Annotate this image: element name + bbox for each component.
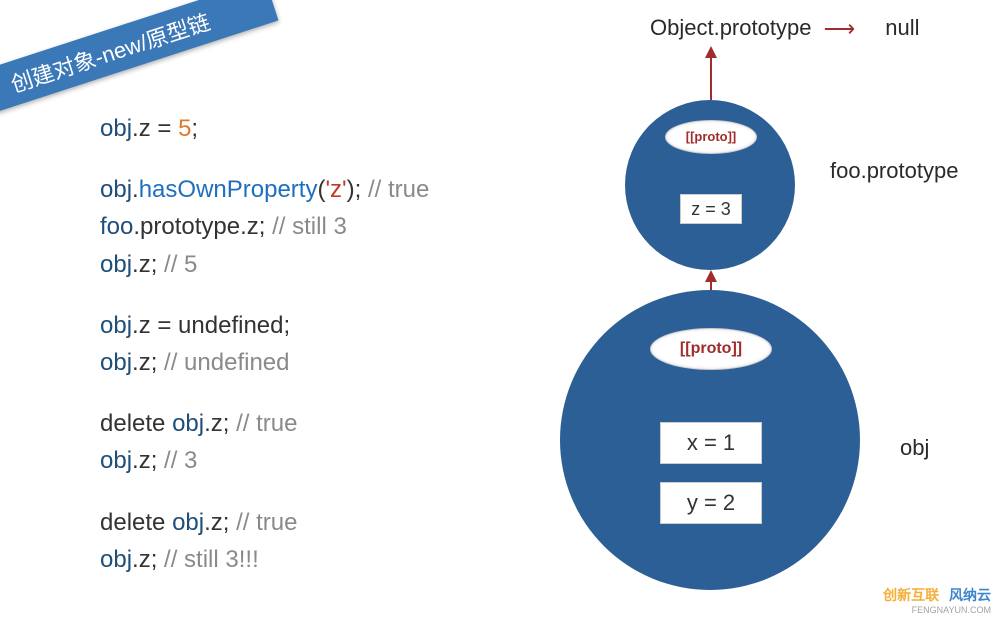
tok: obj xyxy=(100,546,132,573)
tok: obj xyxy=(172,410,204,437)
tok: hasOwnProperty xyxy=(139,176,318,203)
arrow-up-icon xyxy=(710,48,712,100)
code-line: obj.z = 5; xyxy=(100,110,429,147)
tok: .z = xyxy=(132,115,178,142)
tok: ); xyxy=(347,176,368,203)
tok: // true xyxy=(236,509,297,536)
tok: delete xyxy=(100,509,172,536)
tok: // undefined xyxy=(164,349,289,376)
foo-prototype-object: [[proto]] z = 3 xyxy=(625,100,795,270)
code-line: obj.z; // undefined xyxy=(100,344,429,381)
tok: .z = undefined; xyxy=(132,312,290,339)
object-prototype-label: Object.prototype xyxy=(650,15,811,40)
watermark: 创新互联 风纳云 FENGNAYUN.COM xyxy=(883,585,991,615)
foo-prototype-label: foo.prototype xyxy=(830,158,958,184)
tok: obj xyxy=(100,349,132,376)
null-label: null xyxy=(885,15,919,40)
tok: . xyxy=(132,176,139,203)
code-line: obj.z = undefined; xyxy=(100,307,429,344)
code-line: obj.z; // 3 xyxy=(100,442,429,479)
tok: obj xyxy=(100,176,132,203)
tok: obj xyxy=(100,312,132,339)
title-ribbon: 创建对象-new/原型链 xyxy=(0,0,278,125)
tok: .z; xyxy=(132,546,164,573)
proto-slot: [[proto]] xyxy=(650,328,772,370)
proto-slot: [[proto]] xyxy=(665,120,757,154)
tok: // true xyxy=(368,176,429,203)
tok: .z; xyxy=(132,349,164,376)
tok: // 5 xyxy=(164,251,197,278)
tok: // still 3!!! xyxy=(164,546,259,573)
property-y: y = 2 xyxy=(660,482,762,524)
watermark-url: FENGNAYUN.COM xyxy=(883,605,991,615)
tok: delete xyxy=(100,410,172,437)
property-z: z = 3 xyxy=(680,194,742,224)
code-line: delete obj.z; // true xyxy=(100,504,429,541)
tok: obj xyxy=(100,115,132,142)
tok: 'z' xyxy=(325,176,346,203)
tok: obj xyxy=(172,509,204,536)
tok: .z; xyxy=(204,509,236,536)
code-block: obj.z = 5; obj.hasOwnProperty('z'); // t… xyxy=(100,110,429,578)
tok: .z; xyxy=(132,251,164,278)
tok: // still 3 xyxy=(272,213,347,240)
obj-label: obj xyxy=(900,435,929,461)
tok: .z; xyxy=(204,410,236,437)
code-line: obj.z; // still 3!!! xyxy=(100,541,429,578)
prototype-chain-diagram: Object.prototype ⟶ null [[proto]] z = 3 … xyxy=(540,0,999,621)
watermark-text-2: 风纳云 xyxy=(949,587,991,603)
top-chain-labels: Object.prototype ⟶ null xyxy=(650,15,919,42)
code-line: delete obj.z; // true xyxy=(100,405,429,442)
tok: // true xyxy=(236,410,297,437)
tok: obj xyxy=(100,251,132,278)
tok: ; xyxy=(191,115,198,142)
code-line: obj.z; // 5 xyxy=(100,246,429,283)
tok: .prototype.z; xyxy=(133,213,272,240)
tok: 5 xyxy=(178,115,191,142)
code-line: obj.hasOwnProperty('z'); // true xyxy=(100,171,429,208)
arrow-right-icon: ⟶ xyxy=(824,16,856,42)
obj-object: [[proto]] x = 1 y = 2 xyxy=(560,290,860,590)
tok: foo xyxy=(100,213,133,240)
property-x: x = 1 xyxy=(660,422,762,464)
tok: obj xyxy=(100,447,132,474)
tok: // 3 xyxy=(164,447,197,474)
code-line: foo.prototype.z; // still 3 xyxy=(100,208,429,245)
tok: .z; xyxy=(132,447,164,474)
watermark-text-1: 创新互联 xyxy=(883,587,939,603)
